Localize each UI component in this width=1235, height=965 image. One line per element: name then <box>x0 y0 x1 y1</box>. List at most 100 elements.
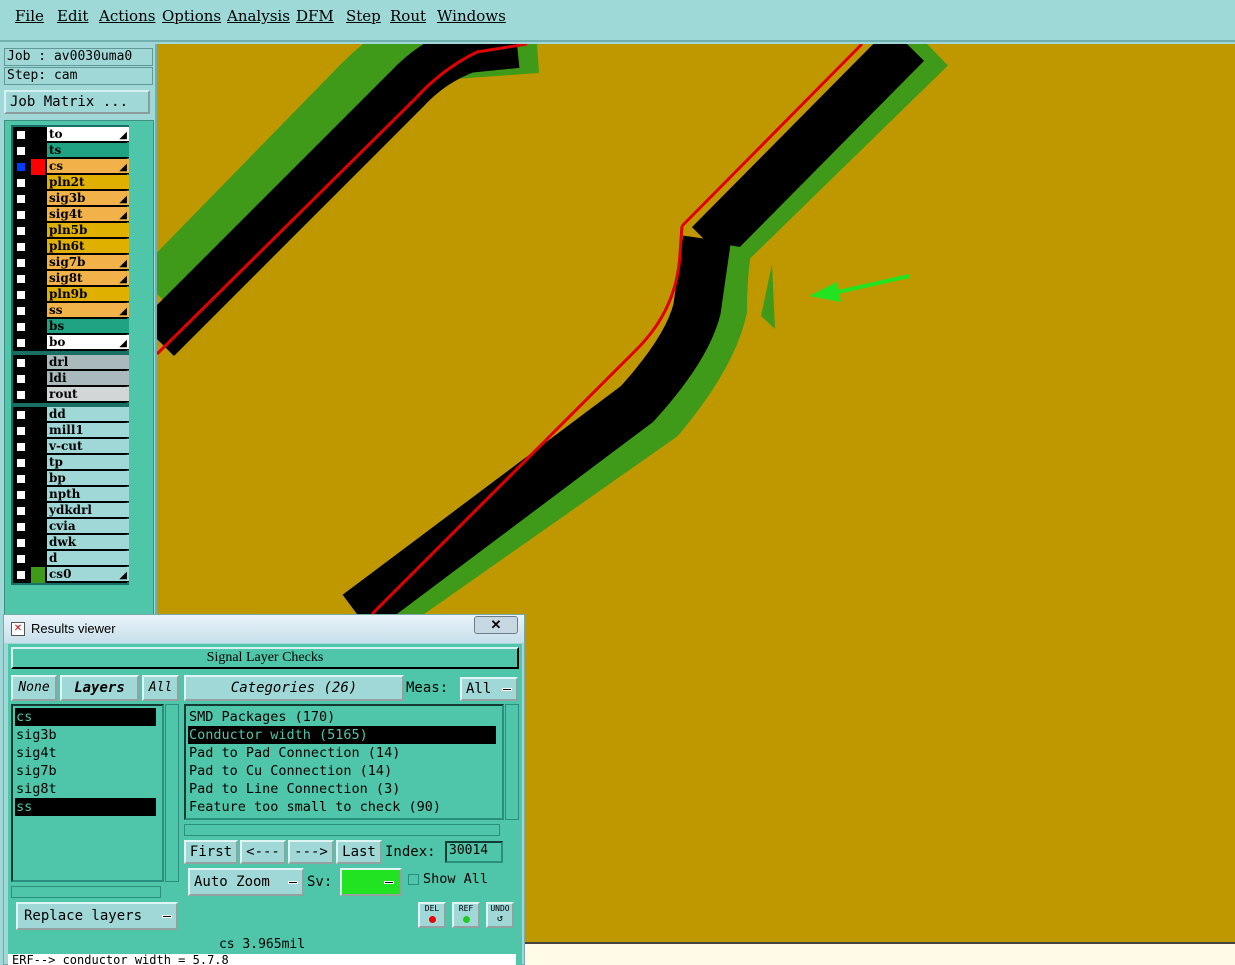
menu-file[interactable]: File <box>15 7 44 25</box>
layer-name[interactable]: pln2t <box>47 175 129 190</box>
layer-name[interactable]: ss ◢ <box>47 303 129 318</box>
layer-checkbox[interactable] <box>15 389 27 401</box>
categories-listbox[interactable]: SMD Packages (170) Conductor width (5165)… <box>184 704 504 820</box>
layer-name[interactable]: sig3b ◢ <box>47 191 129 206</box>
layer-row-sig7b[interactable]: sig7b ◢ <box>13 255 129 271</box>
layer-list-item[interactable]: sig3b <box>15 726 156 744</box>
layer-display-color[interactable] <box>31 387 45 403</box>
layer-display-color[interactable] <box>31 175 45 191</box>
layer-name[interactable]: drl <box>47 355 129 370</box>
layer-checkbox[interactable] <box>15 357 27 369</box>
layer-display-color[interactable] <box>31 471 45 487</box>
layer-row-ydkdrl[interactable]: ydkdrl <box>13 503 129 519</box>
layer-row-npth[interactable]: npth <box>13 487 129 503</box>
category-list-item[interactable]: Conductor width (5165) <box>188 726 496 744</box>
layer-checkbox[interactable] <box>15 145 27 157</box>
layer-name[interactable]: dd <box>47 407 129 422</box>
layer-row-sig4t[interactable]: sig4t ◢ <box>13 207 129 223</box>
layer-name[interactable]: ldi <box>47 371 129 386</box>
layers-scrollbar-v[interactable] <box>165 704 179 882</box>
menu-rout[interactable]: Rout <box>390 7 426 25</box>
layer-checkbox[interactable] <box>15 241 27 253</box>
menu-step[interactable]: Step <box>346 7 381 25</box>
results-viewer-titlebar[interactable]: ✕ Results viewer <box>4 615 524 643</box>
layer-name[interactable]: rout <box>47 387 129 402</box>
layer-list-item[interactable]: ss <box>15 798 156 816</box>
category-list-item[interactable]: Feature too small to check (90) <box>188 798 496 816</box>
layer-row-pln6t[interactable]: pln6t <box>13 239 129 255</box>
layer-display-color[interactable] <box>31 159 45 175</box>
layer-row-drl[interactable]: drl <box>13 355 129 371</box>
layer-list-item[interactable]: cs <box>15 708 156 726</box>
sv-color-select[interactable] <box>340 868 402 896</box>
layer-checkbox[interactable] <box>15 425 27 437</box>
layer-name[interactable]: bo ◢ <box>47 335 129 350</box>
layer-display-color[interactable] <box>31 567 45 583</box>
layer-row-mill1[interactable]: mill1 <box>13 423 129 439</box>
category-list-item[interactable]: Pad to Cu Connection (14) <box>188 762 496 780</box>
layer-checkbox[interactable] <box>15 337 27 349</box>
layer-name[interactable]: bs <box>47 319 129 334</box>
layer-checkbox[interactable] <box>15 193 27 205</box>
layer-display-color[interactable] <box>31 255 45 271</box>
layer-display-color[interactable] <box>31 455 45 471</box>
layer-display-color[interactable] <box>31 519 45 535</box>
categories-button[interactable]: Categories (26) <box>184 675 404 701</box>
layer-display-color[interactable] <box>31 303 45 319</box>
layer-display-color[interactable] <box>31 207 45 223</box>
layer-row-bp[interactable]: bp <box>13 471 129 487</box>
layer-checkbox[interactable] <box>15 225 27 237</box>
layer-checkbox[interactable] <box>15 409 27 421</box>
next-button[interactable]: ---> <box>288 840 334 864</box>
layer-row-cs0[interactable]: cs0 ◢ <box>13 567 129 583</box>
layer-row-bs[interactable]: bs <box>13 319 129 335</box>
layer-row-ss[interactable]: ss ◢ <box>13 303 129 319</box>
layer-name[interactable]: pln9b <box>47 287 129 302</box>
layer-name[interactable]: d <box>47 551 129 566</box>
delete-button[interactable]: DEL <box>418 902 446 928</box>
layer-checkbox[interactable] <box>15 537 27 549</box>
layer-checkbox[interactable] <box>15 321 27 333</box>
layer-row-tp[interactable]: tp <box>13 455 129 471</box>
layer-checkbox[interactable] <box>15 505 27 517</box>
reference-button[interactable]: REF <box>452 902 480 928</box>
layer-checkbox[interactable] <box>15 305 27 317</box>
replace-layers-select[interactable]: Replace layers <box>16 902 178 930</box>
layer-checkbox[interactable] <box>15 569 27 581</box>
job-matrix-button[interactable]: Job Matrix ... <box>4 90 150 114</box>
layer-name[interactable]: pln5b <box>47 223 129 238</box>
layer-checkbox[interactable] <box>15 521 27 533</box>
layer-checkbox[interactable] <box>15 161 27 173</box>
layer-name[interactable]: pln6t <box>47 239 129 254</box>
layer-name[interactable]: cvia <box>47 519 129 534</box>
layer-name[interactable]: bp <box>47 471 129 486</box>
layer-row-cvia[interactable]: cvia <box>13 519 129 535</box>
layers-none-button[interactable]: None <box>11 675 57 701</box>
layer-row-sig3b[interactable]: sig3b ◢ <box>13 191 129 207</box>
layer-checkbox[interactable] <box>15 289 27 301</box>
layers-all-button[interactable]: All <box>142 675 179 701</box>
menu-analysis[interactable]: Analysis <box>227 7 290 25</box>
layer-row-ts[interactable]: ts <box>13 143 129 159</box>
prev-button[interactable]: <--- <box>240 840 286 864</box>
layer-name[interactable]: v-cut <box>47 439 129 454</box>
index-input[interactable]: 30014 <box>445 841 503 863</box>
layer-row-cs[interactable]: cs ◢ <box>13 159 129 175</box>
layer-display-color[interactable] <box>31 407 45 423</box>
layer-display-color[interactable] <box>31 223 45 239</box>
layer-name[interactable]: ydkdrl <box>47 503 129 518</box>
layer-checkbox[interactable] <box>15 273 27 285</box>
layer-name[interactable]: ts <box>47 143 129 158</box>
layer-name[interactable]: cs ◢ <box>47 159 129 174</box>
layers-scrollbar-h[interactable] <box>11 886 161 898</box>
layer-display-color[interactable] <box>31 271 45 287</box>
undo-button[interactable]: UNDO ↺ <box>486 902 514 928</box>
show-all-checkbox[interactable] <box>408 874 419 885</box>
meas-select[interactable]: All <box>460 677 518 701</box>
layer-name[interactable]: sig7b ◢ <box>47 255 129 270</box>
layer-row-d[interactable]: d <box>13 551 129 567</box>
first-button[interactable]: First <box>184 840 238 864</box>
layer-row-bo[interactable]: bo ◢ <box>13 335 129 351</box>
layer-checkbox[interactable] <box>15 177 27 189</box>
menu-edit[interactable]: Edit <box>57 7 88 25</box>
